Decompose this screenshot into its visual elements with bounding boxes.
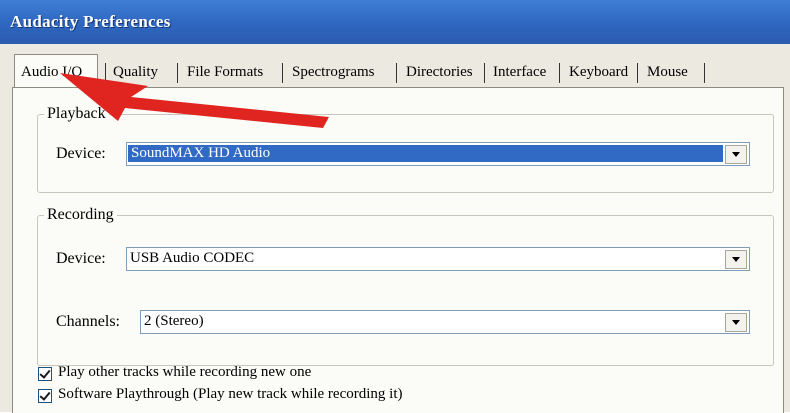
annotation-arrow	[60, 73, 329, 128]
red-arrow-icon	[60, 73, 329, 128]
